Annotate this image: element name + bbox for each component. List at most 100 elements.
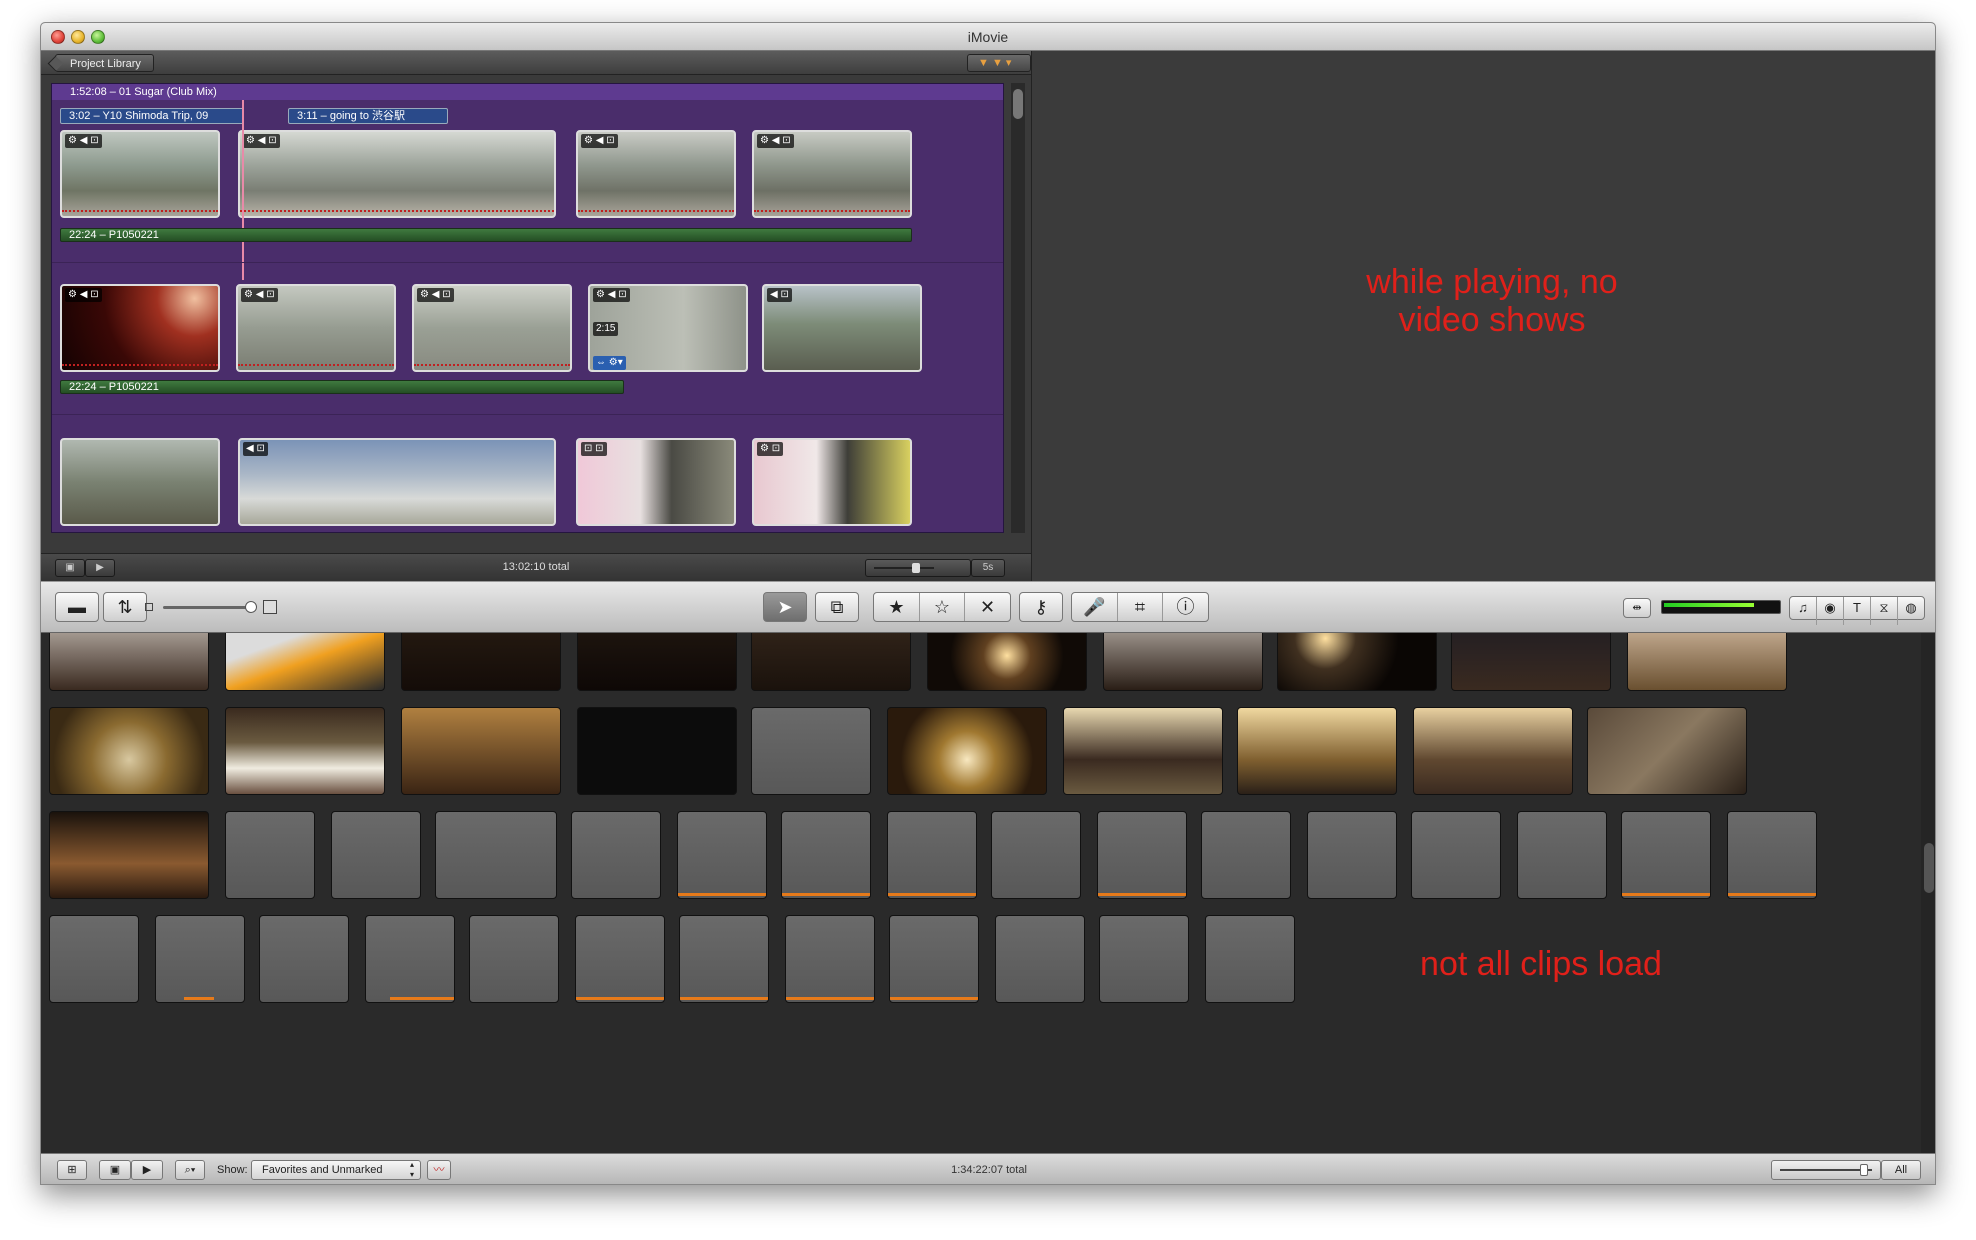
playhead[interactable] [242, 100, 244, 280]
event-clip[interactable] [49, 633, 209, 691]
project-clip[interactable]: ⚙ ◀ ⊡ [236, 284, 396, 372]
project-clip[interactable]: ◀ ⊡ [762, 284, 922, 372]
event-clip-unloaded[interactable] [49, 915, 139, 1003]
event-clip[interactable] [927, 633, 1087, 691]
transition-settings-icon[interactable]: ⇔ ⚙▾ [593, 356, 626, 370]
event-clip-unloaded[interactable] [1097, 811, 1187, 899]
project-options-icons[interactable]: ▼ ▼ ▾ [967, 54, 1031, 72]
project-clip[interactable]: ⚙ ◀ ⊡ [60, 284, 220, 372]
select-arrow-button[interactable]: ➤ [763, 592, 807, 622]
event-clip[interactable] [1413, 707, 1573, 795]
audio-bar[interactable]: 22:24 – P1050221 [60, 380, 624, 394]
event-clip-unloaded[interactable] [781, 811, 871, 899]
event-clip-unloaded[interactable] [991, 811, 1081, 899]
event-clip-unloaded[interactable] [1099, 915, 1189, 1003]
clip-actions-icon[interactable]: ⚙ ◀ ⊡ [243, 134, 280, 148]
clip-actions-icon[interactable]: ⚙ ◀ ⊡ [593, 288, 630, 302]
event-clip-unloaded[interactable] [435, 811, 557, 899]
favorite-button[interactable]: ★ [874, 593, 920, 621]
music-track-header[interactable]: 1:52:08 – 01 Sugar (Club Mix) [52, 84, 1003, 100]
photo-browser-button[interactable]: ◉ [1817, 597, 1844, 625]
event-clip-unloaded[interactable] [1201, 811, 1291, 899]
titles-browser-button[interactable]: T [1844, 597, 1871, 625]
event-clip[interactable] [49, 811, 209, 899]
project-clip[interactable]: ⚙ ⊡ [752, 438, 912, 526]
event-clip[interactable] [1277, 633, 1437, 691]
event-clip-unloaded[interactable] [1517, 811, 1607, 899]
clip-actions-icon[interactable]: ⚙ ◀ ⊡ [65, 134, 102, 148]
audio-skimming-button[interactable]: ⇹ [1623, 598, 1651, 618]
project-clip[interactable]: ⚙ ◀ ⊡ [60, 130, 220, 218]
event-clip-unloaded[interactable] [1727, 811, 1817, 899]
project-clip[interactable]: ⚙ ◀ ⊡ [238, 130, 556, 218]
clip-actions-icon[interactable]: ⚙ ◀ ⊡ [581, 134, 618, 148]
all-zoom-button[interactable]: All [1881, 1160, 1921, 1180]
event-clip-unloaded[interactable] [887, 811, 977, 899]
title-clip-label[interactable]: 3:11 – going to 渋谷駅 [288, 108, 448, 124]
crop-button[interactable]: ⌗ [1118, 593, 1163, 621]
clip-actions-icon[interactable]: ◀ ⊡ [243, 442, 268, 456]
clip-actions-icon[interactable]: ⚙ ◀ ⊡ [241, 288, 278, 302]
event-clip[interactable] [1103, 633, 1263, 691]
maps-browser-button[interactable]: ◍ [1898, 597, 1924, 625]
event-clip-unloaded[interactable] [571, 811, 661, 899]
music-browser-button[interactable]: ♫ [1790, 597, 1817, 625]
event-clip-unloaded[interactable] [1411, 811, 1501, 899]
event-clip[interactable] [1627, 633, 1787, 691]
event-clip-unloaded[interactable] [995, 915, 1085, 1003]
project-clip[interactable]: ⊡ ⊡ [576, 438, 736, 526]
event-clip-unloaded[interactable] [1621, 811, 1711, 899]
event-clip[interactable] [401, 707, 561, 795]
event-clip[interactable] [225, 633, 385, 691]
keyword-button[interactable]: ⚷ [1019, 592, 1063, 622]
title-clip-label[interactable]: 3:02 – Y10 Shimoda Trip, 09 [60, 108, 244, 124]
event-clip-unloaded[interactable] [1307, 811, 1397, 899]
clip-actions-icon[interactable]: ⊡ ⊡ [581, 442, 607, 456]
event-clip[interactable] [577, 707, 737, 795]
reject-button[interactable]: ✕ [965, 593, 1010, 621]
project-clip[interactable]: ⚙ ◀ ⊡ 2:15 ⇔ ⚙▾ [588, 284, 748, 372]
event-clip-unloaded[interactable] [751, 707, 871, 795]
zoom-slider[interactable] [865, 559, 971, 577]
clip-actions-icon[interactable]: ⚙ ◀ ⊡ [417, 288, 454, 302]
event-clip[interactable] [49, 707, 209, 795]
clip-actions-icon[interactable]: ◀ ⊡ [767, 288, 792, 302]
event-clip-unloaded[interactable] [575, 915, 665, 1003]
camera-import-button[interactable]: ▬ [55, 592, 99, 622]
project-clip[interactable]: ⚙ ◀ ⊡ [412, 284, 572, 372]
project-clip[interactable]: ⚙ ◀ ⊡ [576, 130, 736, 218]
project-clip[interactable]: ◀ ⊡ [238, 438, 556, 526]
unmark-button[interactable]: ☆ [920, 593, 965, 621]
event-clip[interactable] [751, 633, 911, 691]
event-scrollbar[interactable] [1921, 633, 1935, 1153]
event-clip-unloaded[interactable] [365, 915, 455, 1003]
event-clip[interactable] [1237, 707, 1397, 795]
project-clip[interactable] [60, 438, 220, 526]
event-clip[interactable] [577, 633, 737, 691]
event-clip-unloaded[interactable] [259, 915, 349, 1003]
event-clip[interactable] [401, 633, 561, 691]
event-clip[interactable] [887, 707, 1047, 795]
event-clip-unloaded[interactable] [469, 915, 559, 1003]
audio-bar[interactable]: 22:24 – P1050221 [60, 228, 912, 242]
event-clip-unloaded[interactable] [785, 915, 875, 1003]
crop-to-beat-button[interactable]: ⧉ [815, 592, 859, 622]
event-clip-unloaded[interactable] [225, 811, 315, 899]
event-clip-unloaded[interactable] [1205, 915, 1295, 1003]
voiceover-button[interactable]: 🎤 [1072, 593, 1118, 621]
transitions-browser-button[interactable]: ⧖ [1871, 597, 1898, 625]
clip-actions-icon[interactable]: ⚙ ⊡ [757, 442, 784, 456]
project-library-button[interactable]: Project Library [55, 54, 154, 72]
clip-actions-icon[interactable]: ⚙ ◀ ⊡ [757, 134, 794, 148]
thumbnail-size-slider[interactable] [163, 606, 253, 609]
event-clip-unloaded[interactable] [889, 915, 979, 1003]
swap-panes-button[interactable]: ⇅ [103, 592, 147, 622]
event-clip-unloaded[interactable] [677, 811, 767, 899]
event-clip-unloaded[interactable] [331, 811, 421, 899]
event-clip-unloaded[interactable] [679, 915, 769, 1003]
event-clip-unloaded[interactable] [155, 915, 245, 1003]
event-clip[interactable] [1587, 707, 1747, 795]
event-clip[interactable] [225, 707, 385, 795]
inspector-button[interactable]: ⓘ [1163, 593, 1208, 621]
project-scrollbar[interactable] [1011, 83, 1025, 533]
